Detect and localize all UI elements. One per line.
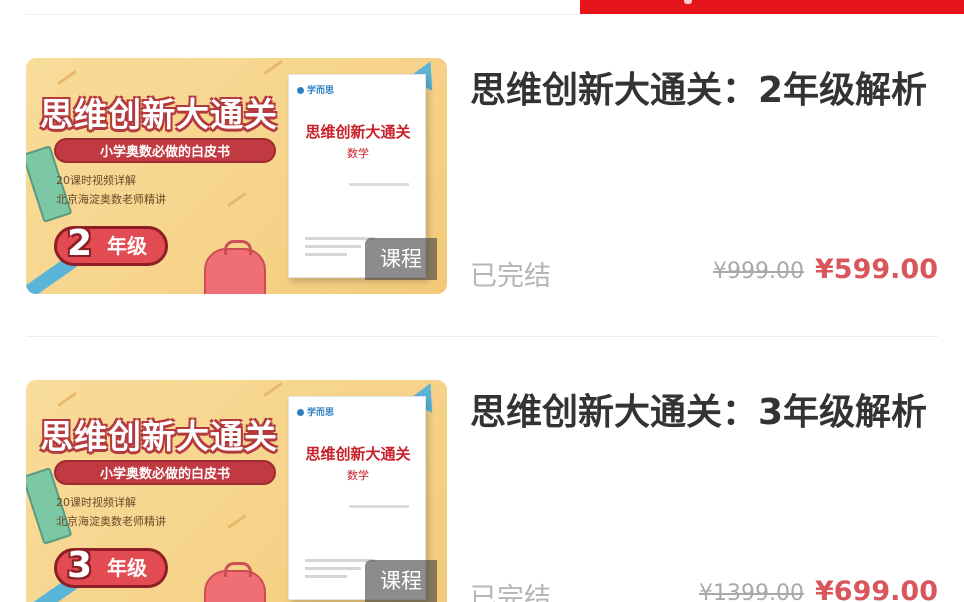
grade-label: 年级 xyxy=(107,234,147,258)
top-action-bar[interactable] xyxy=(580,0,964,14)
thumbnail-subline: 20课时视频详解 xyxy=(56,174,136,187)
sale-price: ¥599.00 xyxy=(815,254,938,285)
course-card[interactable]: 思维创新大通关 小学奥数必做的白皮书 20课时视频详解 北京海淀奥数老师精讲 2… xyxy=(26,58,938,298)
decoration xyxy=(227,191,247,208)
thumbnail-subline: 北京海淀奥数老师精讲 xyxy=(56,515,166,528)
decoration xyxy=(57,69,77,86)
course-type-tag: 课程 xyxy=(365,560,437,602)
book-title: 思维创新大通关 xyxy=(305,445,411,463)
course-status: 已完结 xyxy=(470,261,551,292)
thumbnail-title: 思维创新大通关 xyxy=(40,417,278,456)
course-thumbnail[interactable]: 思维创新大通关 小学奥数必做的白皮书 20课时视频详解 北京海淀奥数老师精讲 2… xyxy=(26,58,447,294)
grade-number: 2 xyxy=(67,223,93,264)
top-divider xyxy=(26,14,581,15)
thumbnail-subline: 北京海淀奥数老师精讲 xyxy=(56,193,166,206)
grade-label: 年级 xyxy=(107,556,147,580)
publisher-logo: 学而思 xyxy=(297,405,334,418)
top-bar-indicator xyxy=(684,0,692,4)
thumbnail-pill: 小学奥数必做的白皮书 xyxy=(54,138,276,163)
course-title[interactable]: 思维创新大通关：3年级解析 xyxy=(470,386,930,439)
schoolbag-icon xyxy=(204,240,266,294)
book-author-line xyxy=(349,183,409,186)
book-subject: 数学 xyxy=(347,469,369,482)
grade-badge: 2 年级 xyxy=(54,223,168,266)
grade-number: 3 xyxy=(67,545,93,586)
row-divider xyxy=(26,336,938,337)
decoration xyxy=(57,391,77,408)
course-thumbnail[interactable]: 思维创新大通关 小学奥数必做的白皮书 20课时视频详解 北京海淀奥数老师精讲 3… xyxy=(26,380,447,602)
thumbnail-pill: 小学奥数必做的白皮书 xyxy=(54,460,276,485)
decoration xyxy=(263,381,283,398)
thumbnail-subline: 20课时视频详解 xyxy=(56,496,136,509)
grade-badge: 3 年级 xyxy=(54,545,168,588)
original-price: ¥1399.00 xyxy=(699,581,804,602)
course-type-tag: 课程 xyxy=(365,238,437,280)
course-title[interactable]: 思维创新大通关：2年级解析 xyxy=(470,64,930,117)
schoolbag-icon xyxy=(204,562,266,602)
thumbnail-title: 思维创新大通关 xyxy=(40,95,278,134)
course-status: 已完结 xyxy=(470,583,551,602)
decoration xyxy=(263,59,283,76)
book-subject: 数学 xyxy=(347,147,369,160)
original-price: ¥999.00 xyxy=(713,259,804,284)
sale-price: ¥699.00 xyxy=(815,576,938,602)
book-title: 思维创新大通关 xyxy=(305,123,411,141)
book-author-line xyxy=(349,505,409,508)
publisher-logo: 学而思 xyxy=(297,83,334,96)
course-card[interactable]: 思维创新大通关 小学奥数必做的白皮书 20课时视频详解 北京海淀奥数老师精讲 3… xyxy=(26,380,938,602)
decoration xyxy=(227,513,247,530)
